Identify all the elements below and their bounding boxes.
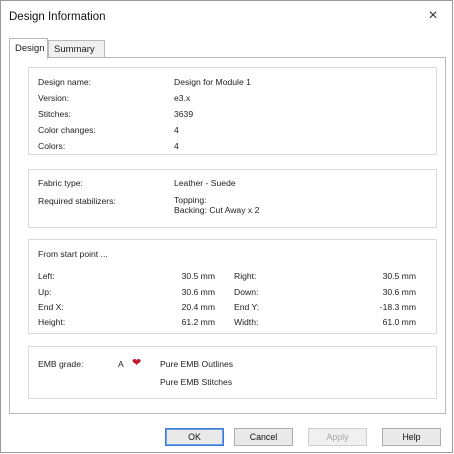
up-value: 30.6 mm xyxy=(181,287,215,297)
width-value: 61.0 mm xyxy=(382,317,416,327)
pure-emb-outlines: Pure EMB Outlines xyxy=(160,359,234,369)
ok-button[interactable]: OK xyxy=(165,428,224,446)
fabric-type-label: Fabric type: xyxy=(38,178,83,188)
down-label: Down: xyxy=(234,287,259,297)
stitches-value: 3639 xyxy=(174,109,194,119)
emb-grade-value: A xyxy=(118,359,124,369)
color-changes-value: 4 xyxy=(174,125,179,135)
design-information-dialog: Design Information × Design Summary Desi… xyxy=(0,0,453,453)
design-name-value: Design for Module 1 xyxy=(174,77,251,87)
stitches-label: Stitches: xyxy=(38,109,71,119)
colors-value: 4 xyxy=(174,141,179,151)
emb-grade-group: EMB grade: A ❤ Pure EMB Outlines Pure EM… xyxy=(28,346,437,399)
backing-value: Backing: Cut Away x 2 xyxy=(174,205,260,215)
height-label: Height: xyxy=(38,317,66,327)
measurements-group: From start point ... Left: 30.5 mm Right… xyxy=(28,239,437,334)
start-point-heading: From start point ... xyxy=(38,249,108,259)
up-label: Up: xyxy=(38,287,52,297)
left-label: Left: xyxy=(38,271,55,281)
close-icon[interactable]: × xyxy=(422,5,444,27)
version-value: e3.x xyxy=(174,93,191,103)
right-value: 30.5 mm xyxy=(382,271,416,281)
design-details-group: Design name: Design for Module 1 Version… xyxy=(28,67,437,155)
design-name-label: Design name: xyxy=(38,77,92,87)
end-x-label: End X: xyxy=(38,302,64,312)
topping-value: Topping: xyxy=(174,195,207,205)
height-value: 61.2 mm xyxy=(181,317,215,327)
color-changes-label: Color changes: xyxy=(38,125,96,135)
colors-label: Colors: xyxy=(38,141,66,151)
right-label: Right: xyxy=(234,271,257,281)
end-y-value: -18.3 mm xyxy=(379,302,416,312)
pure-emb-stitches: Pure EMB Stitches xyxy=(160,377,233,387)
end-y-label: End Y: xyxy=(234,302,260,312)
end-x-value: 20.4 mm xyxy=(181,302,215,312)
dialog-title: Design Information xyxy=(9,11,106,23)
cancel-button[interactable]: Cancel xyxy=(234,428,293,446)
tab-summary[interactable]: Summary xyxy=(48,40,105,57)
fabric-group: Fabric type: Leather - Suede Required st… xyxy=(28,169,437,228)
title-bar: Design Information × xyxy=(1,1,452,35)
heart-icon: ❤ xyxy=(132,357,142,369)
emb-grade-label: EMB grade: xyxy=(38,359,84,369)
tab-design[interactable]: Design xyxy=(9,38,48,59)
width-label: Width: xyxy=(234,317,259,327)
fabric-type-value: Leather - Suede xyxy=(174,178,236,188)
left-value: 30.5 mm xyxy=(181,271,215,281)
stabilizers-label: Required stabilizers: xyxy=(38,196,116,206)
apply-button[interactable]: Apply xyxy=(308,428,367,446)
design-tab-panel: Design name: Design for Module 1 Version… xyxy=(9,57,446,414)
version-label: Version: xyxy=(38,93,70,103)
down-value: 30.6 mm xyxy=(382,287,416,297)
help-button[interactable]: Help xyxy=(382,428,441,446)
